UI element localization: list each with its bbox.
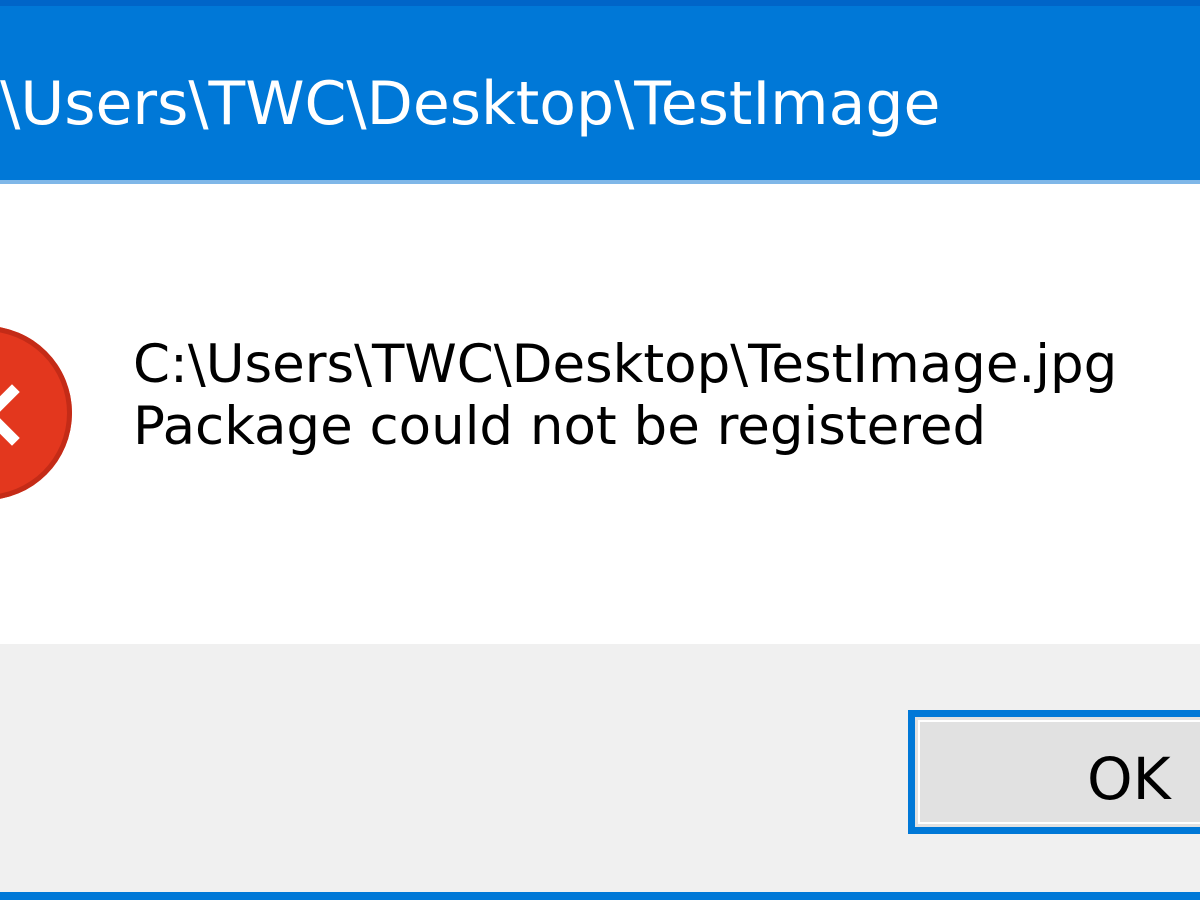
file-path-text: C:\Users\TWC\Desktop\TestImage.jpg [133, 334, 1118, 395]
ok-button-label: OK [1087, 745, 1171, 813]
ok-button[interactable]: OK [908, 710, 1200, 834]
title-bar[interactable]: C:\Users\TWC\Desktop\TestImage [0, 6, 1200, 180]
window-title: C:\Users\TWC\Desktop\TestImage [0, 69, 941, 139]
dialog-content: C:\Users\TWC\Desktop\TestImage.jpg Packa… [0, 184, 1200, 644]
error-dialog: C:\Users\TWC\Desktop\TestImage C:\Users\… [0, 0, 1200, 900]
button-area: OK [0, 644, 1200, 892]
error-description: Package could not be registered [133, 396, 987, 457]
dialog-bottom-edge [0, 892, 1200, 900]
error-icon [0, 326, 72, 500]
error-message: C:\Users\TWC\Desktop\TestImage.jpg Packa… [133, 334, 1117, 458]
